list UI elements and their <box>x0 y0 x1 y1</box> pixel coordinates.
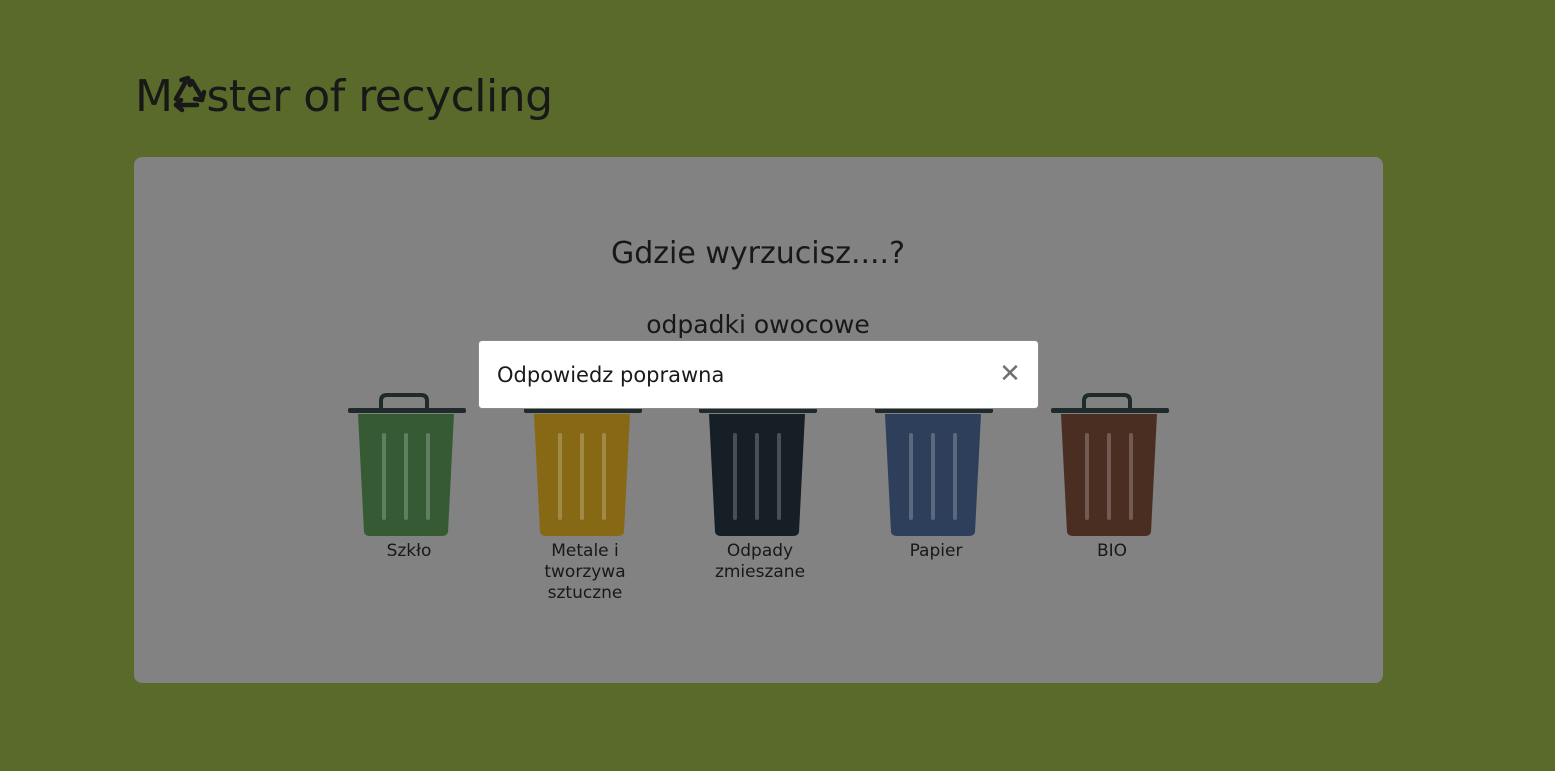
bin-glass[interactable]: Szkło <box>347 393 471 561</box>
bin-mixed[interactable]: Odpady zmieszane <box>698 393 822 582</box>
trash-bin-icon <box>1051 393 1169 536</box>
bin-paper[interactable]: Papier <box>874 393 998 561</box>
answer-modal: Odpowiedz poprawna ✕ <box>478 340 1039 409</box>
bin-label: Szkło <box>386 541 432 561</box>
quiz-question: Gdzie wyrzucisz....? <box>610 236 906 271</box>
bin-label: Papier <box>909 541 963 561</box>
trash-bin-icon <box>699 393 817 536</box>
close-icon[interactable]: ✕ <box>996 359 1024 389</box>
bin-label: Metale i tworzywa sztuczne <box>544 541 626 603</box>
recycle-icon <box>174 75 207 113</box>
modal-title: Odpowiedz poprawna <box>497 363 725 387</box>
waste-item: odpadki owocowe <box>646 310 870 339</box>
trash-bin-icon <box>524 393 642 536</box>
bin-label: BIO <box>1096 541 1128 561</box>
app-title: Mster of recycling <box>135 66 553 128</box>
bin-metal-plastic[interactable]: Metale i tworzywa sztuczne <box>523 393 647 603</box>
trash-bin-icon <box>875 393 993 536</box>
title-part-1: M <box>135 71 173 122</box>
bin-bio[interactable]: BIO <box>1050 393 1174 561</box>
bin-label: Odpady zmieszane <box>714 541 806 582</box>
trash-bin-icon <box>348 393 466 536</box>
title-part-2: ster of recycling <box>206 71 553 122</box>
